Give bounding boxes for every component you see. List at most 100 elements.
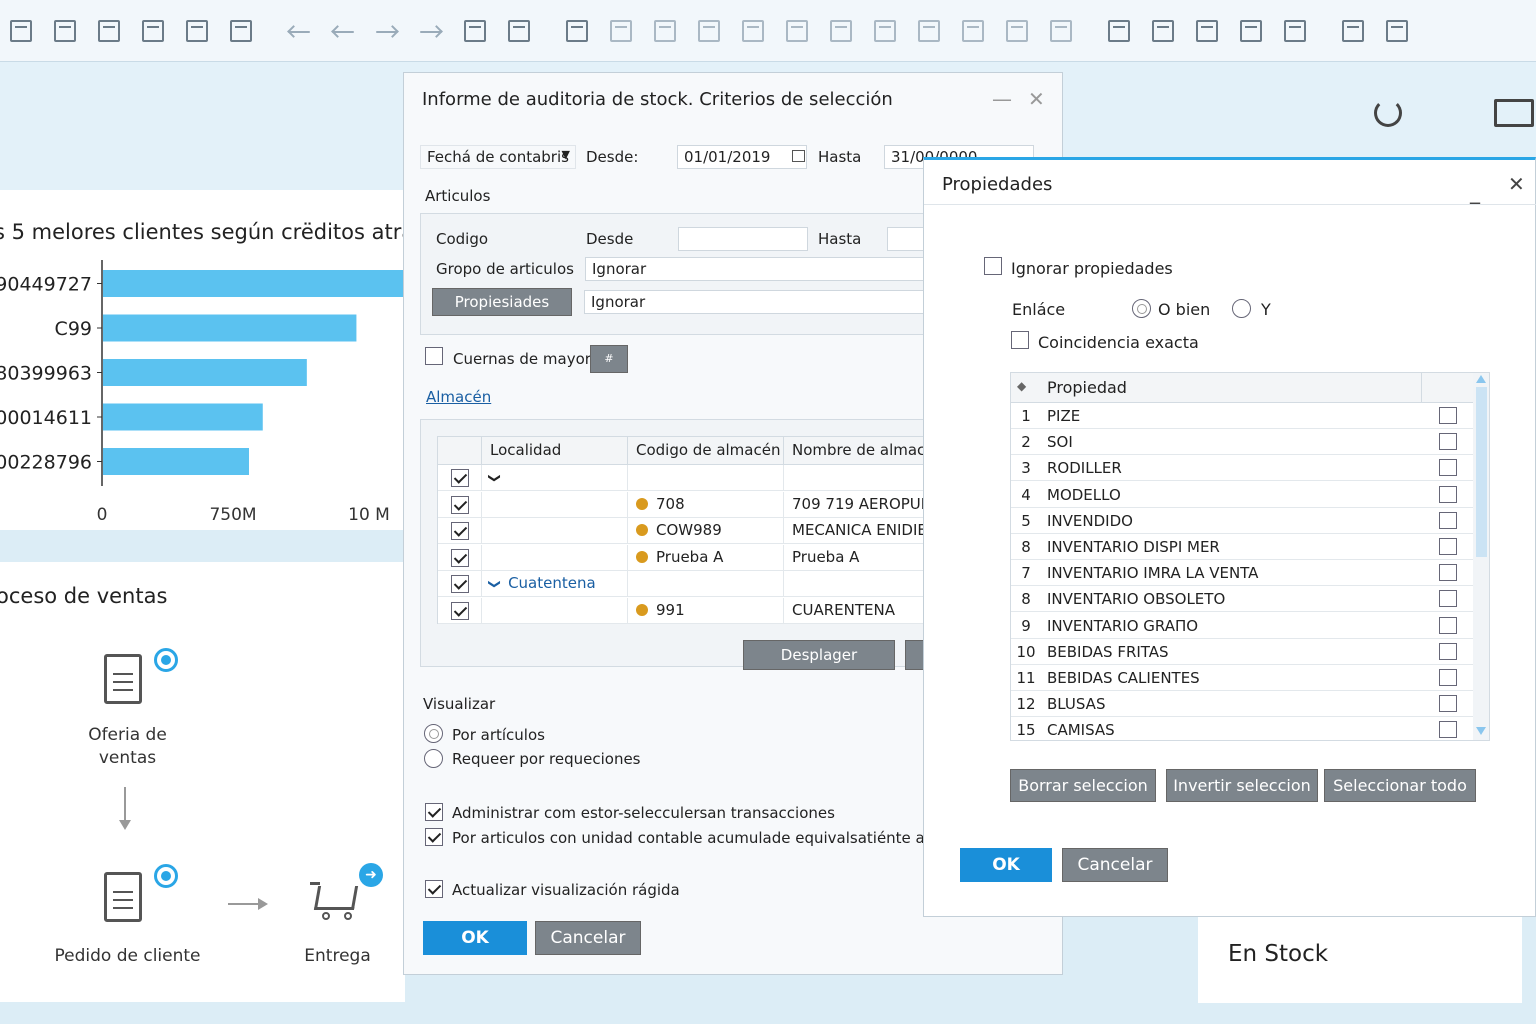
row-checkbox[interactable] bbox=[451, 548, 469, 567]
close-icon[interactable]: ✕ bbox=[1028, 87, 1045, 111]
expand-button[interactable]: Desplager bbox=[743, 640, 895, 670]
close-icon[interactable]: ✕ bbox=[1508, 172, 1525, 196]
table-cell-code[interactable]: Prueba A bbox=[628, 544, 784, 571]
grid-header[interactable]: Codigo de almacén bbox=[628, 437, 784, 465]
sales-offer-badge-icon[interactable] bbox=[154, 648, 178, 672]
table-row[interactable]: 10 BEBIDAS FRITAS bbox=[1011, 639, 1473, 665]
table-cell-loc[interactable] bbox=[482, 544, 628, 571]
in-stock-card[interactable]: En Stock bbox=[1198, 915, 1522, 1003]
property-checkbox[interactable] bbox=[1439, 407, 1457, 424]
customer-order-label[interactable]: Pedido de cliente bbox=[40, 946, 215, 966]
table-row[interactable]: 7 INVENTARIO IMRA LA VENTA bbox=[1011, 560, 1473, 587]
calendar-icon[interactable] bbox=[1105, 16, 1135, 46]
bar[interactable] bbox=[103, 403, 263, 431]
table-cell-loc[interactable]: ❯ bbox=[482, 465, 628, 491]
bar[interactable] bbox=[103, 359, 307, 386]
audit-ok-button[interactable]: OK bbox=[423, 921, 527, 955]
property-checkbox[interactable] bbox=[1439, 721, 1457, 739]
customer-order-document-icon[interactable] bbox=[104, 872, 142, 922]
row-checkbox[interactable] bbox=[451, 495, 469, 514]
property-checkbox[interactable] bbox=[1439, 459, 1457, 477]
property-column-header[interactable]: Propiedad bbox=[1047, 378, 1127, 397]
print-preview-icon[interactable] bbox=[7, 16, 37, 46]
property-checkbox[interactable] bbox=[1439, 485, 1457, 503]
property-checkbox[interactable] bbox=[1439, 695, 1457, 713]
date-type-select[interactable]: Fechá de contabris ▼ bbox=[420, 145, 576, 169]
refresh-icon[interactable] bbox=[1374, 99, 1402, 127]
edit-icon[interactable] bbox=[915, 16, 945, 46]
schedule-icon[interactable] bbox=[1339, 16, 1369, 46]
relations-icon[interactable] bbox=[607, 16, 637, 46]
table-cell-code[interactable]: 991 bbox=[628, 597, 784, 624]
by-warehouse-radio[interactable] bbox=[424, 749, 443, 768]
bar[interactable] bbox=[103, 270, 404, 297]
table-cell-code[interactable]: 708 bbox=[628, 491, 784, 518]
table-cell-code[interactable] bbox=[628, 465, 784, 491]
table-row[interactable]: 2 SOI bbox=[1011, 429, 1473, 456]
customer-order-badge-icon[interactable] bbox=[154, 864, 178, 888]
last-record-icon[interactable] bbox=[417, 16, 447, 46]
mail-icon[interactable] bbox=[51, 16, 81, 46]
properties-ok-button[interactable]: OK bbox=[960, 848, 1052, 882]
split-icon[interactable] bbox=[827, 16, 857, 46]
delivery-cart-icon[interactable] bbox=[310, 880, 359, 920]
property-checkbox[interactable] bbox=[1439, 616, 1457, 634]
by-items-radio[interactable] bbox=[424, 724, 443, 743]
table-row[interactable]: 1 PIZE bbox=[1011, 403, 1473, 429]
properties-scrollbar[interactable] bbox=[1473, 373, 1489, 740]
table-cell-loc[interactable] bbox=[482, 491, 628, 518]
property-checkbox[interactable] bbox=[1439, 538, 1457, 555]
table-row[interactable]: 8 INVENTARIO OBSOLETO bbox=[1011, 586, 1473, 613]
gl-accounts-checkbox[interactable] bbox=[425, 347, 443, 365]
ignore-properties-checkbox[interactable] bbox=[984, 257, 1002, 275]
row-checkbox[interactable] bbox=[451, 522, 469, 540]
scrollbar-thumb[interactable] bbox=[1476, 387, 1487, 557]
bar[interactable] bbox=[103, 314, 357, 342]
print-icon[interactable] bbox=[1003, 16, 1033, 46]
property-checkbox[interactable] bbox=[1439, 564, 1457, 582]
table-row[interactable]: 8 INVENTARIO DISPI MER bbox=[1011, 534, 1473, 560]
sort-icon[interactable]: ◆ bbox=[1017, 379, 1026, 393]
table-row[interactable]: 5 INVENDIDO bbox=[1011, 508, 1473, 534]
calendar-alert-icon[interactable] bbox=[1149, 16, 1179, 46]
calendar-icon[interactable] bbox=[792, 150, 805, 162]
table-row[interactable]: 9 INVENTARIO GRAПO bbox=[1011, 613, 1473, 639]
row-checkbox[interactable] bbox=[451, 575, 469, 593]
option-2-checkbox[interactable] bbox=[425, 828, 443, 846]
row-checkbox[interactable] bbox=[451, 469, 469, 487]
bar[interactable] bbox=[103, 448, 249, 475]
user-icon[interactable] bbox=[1281, 16, 1311, 46]
filter-icon[interactable] bbox=[505, 16, 535, 46]
code-from-input[interactable] bbox=[678, 227, 808, 251]
delivery-label[interactable]: Entrega bbox=[290, 946, 385, 966]
minimize-icon[interactable]: _ bbox=[1470, 180, 1480, 204]
option-1-checkbox[interactable] bbox=[425, 803, 443, 821]
grid-icon[interactable] bbox=[783, 16, 813, 46]
scroll-up-icon[interactable] bbox=[1476, 375, 1486, 383]
widget-icon[interactable] bbox=[1383, 16, 1413, 46]
properties-cancel-button[interactable]: Cancelar bbox=[1062, 848, 1168, 882]
table-cell-loc[interactable] bbox=[482, 518, 628, 544]
chevron-down-icon[interactable]: ❯ bbox=[488, 473, 502, 483]
invert-selection-button[interactable]: Invertir seleccion bbox=[1166, 769, 1318, 802]
create-icon[interactable] bbox=[959, 16, 989, 46]
clear-selection-button[interactable]: Borrar seleccion bbox=[1010, 769, 1156, 802]
quick-refresh-checkbox[interactable] bbox=[425, 880, 443, 898]
search-icon[interactable] bbox=[739, 16, 769, 46]
previous-record-icon[interactable] bbox=[329, 16, 359, 46]
delivery-badge-icon[interactable]: ➜ bbox=[359, 863, 383, 887]
gl-accounts-picker-button[interactable]: # bbox=[590, 345, 628, 373]
properties-button[interactable]: Propiesiades bbox=[432, 288, 572, 316]
draft-icon[interactable] bbox=[871, 16, 901, 46]
send-icon[interactable] bbox=[1047, 16, 1077, 46]
table-row[interactable]: 4 MODELLO bbox=[1011, 482, 1473, 508]
select-all-button[interactable]: Seleccionar todo bbox=[1324, 769, 1476, 802]
property-checkbox[interactable] bbox=[1439, 642, 1457, 660]
table-cell-loc[interactable]: ❯ Cuatentena bbox=[482, 571, 628, 597]
sales-offer-label[interactable]: Oferia de ventas bbox=[80, 724, 175, 770]
sort-icon[interactable] bbox=[563, 16, 593, 46]
scroll-down-icon[interactable] bbox=[1476, 727, 1486, 735]
table-cell-loc[interactable] bbox=[482, 597, 628, 624]
new-icon[interactable] bbox=[227, 16, 257, 46]
copy-icon[interactable] bbox=[651, 16, 681, 46]
